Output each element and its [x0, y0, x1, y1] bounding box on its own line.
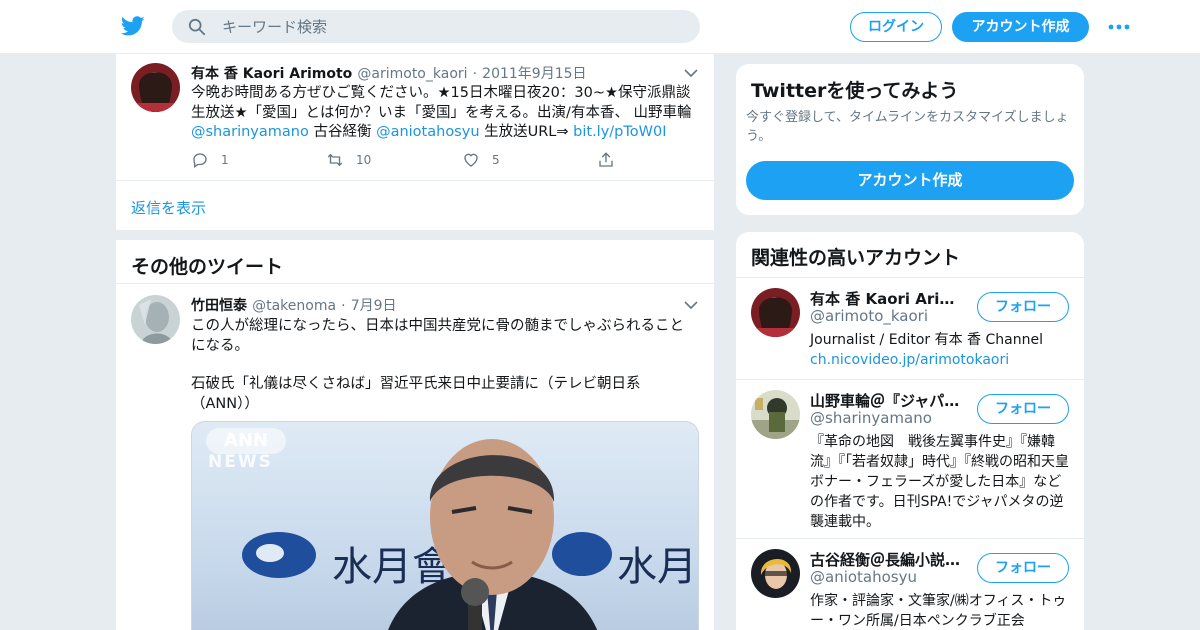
- avatar[interactable]: [131, 295, 180, 344]
- mention-link[interactable]: @aniotahosyu: [376, 124, 479, 140]
- account-bio-text: Journalist / Editor 有本 香 Channel: [810, 332, 1043, 348]
- account-name[interactable]: 古谷経衡＠長編小説…: [810, 549, 960, 570]
- chevron-down-icon[interactable]: [684, 300, 698, 310]
- dot-separator: ·: [341, 298, 346, 314]
- login-button[interactable]: ログイン: [850, 12, 942, 42]
- share-icon: [599, 152, 613, 167]
- share-button[interactable]: [597, 151, 627, 169]
- follow-button[interactable]: フォロー: [977, 292, 1069, 322]
- mention-link[interactable]: @sharinyamano: [191, 124, 309, 140]
- like-count: 5: [492, 153, 500, 167]
- timeline-column: 有本 香 Kaori Arimoto @arimoto_kaori · 2011…: [115, 54, 715, 630]
- tweet-text: 今晩お時間ある方ぜひご覧ください。★15日木曜日夜20：30~★保守派鼎談生放送…: [191, 84, 701, 143]
- section-divider: [116, 230, 714, 240]
- account-name[interactable]: 山野車輪＠『ジャパ…: [810, 390, 959, 411]
- signup-card: Twitterを使ってみよう 今すぐ登録して、タイムラインをカスタマイズしましょ…: [735, 63, 1085, 216]
- account-item[interactable]: 古谷経衡＠長編小説… @aniotahosyu フォロー 作家・評論家・文筆家/…: [736, 538, 1084, 630]
- account-name[interactable]: 有本 香 Kaori Arimoto: [810, 288, 970, 309]
- tweet-text-paragraph: 石破氏「礼儀は尽くさねば」習近平氏来日中止要請に（テレビ朝日系（ANN））: [191, 376, 641, 412]
- signup-card-button[interactable]: アカウント作成: [746, 161, 1074, 200]
- search-input[interactable]: [222, 10, 682, 43]
- show-replies-link[interactable]: 返信を表示: [131, 197, 206, 218]
- tweet-text-part: 生放送URL⇒: [479, 124, 574, 140]
- avatar[interactable]: [751, 390, 800, 439]
- tweet-date[interactable]: 7月9日: [351, 298, 397, 314]
- reply-button[interactable]: 1: [191, 151, 229, 169]
- follow-button[interactable]: フォロー: [977, 553, 1069, 583]
- tweet-text: この人が総理になったら、日本は中国共産党に骨の髄までしゃぶられることになる。 石…: [191, 317, 691, 414]
- author-handle[interactable]: @arimoto_kaori: [357, 66, 467, 82]
- dot-separator: ·: [472, 66, 478, 82]
- like-button[interactable]: 5: [462, 151, 500, 169]
- related-accounts-card: 関連性の高いアカウント 有本 香 Kaori Arimoto @arimoto_…: [735, 231, 1085, 630]
- avatar[interactable]: [751, 288, 800, 337]
- tweet-text-part: 古谷経衡: [308, 124, 377, 140]
- avatar[interactable]: [131, 63, 180, 112]
- tweet-text-part: 今晩お時間ある方ぜひご覧ください。★15日木曜日夜20：30~★保守派鼎談生放送…: [191, 85, 692, 121]
- retweet-count: 10: [356, 153, 372, 167]
- account-bio-link[interactable]: ch.nicovideo.jp/arimotokaori: [810, 350, 1072, 370]
- more-tweets-header: その他のツイート: [116, 240, 714, 284]
- media-logo: ANN: [206, 428, 286, 454]
- signup-card-description: 今すぐ登録して、タイムラインをカスタマイズしましょう。: [746, 110, 1069, 144]
- tweet-media-image[interactable]: ANN NEWS 水月會 水月: [191, 421, 699, 630]
- signup-button[interactable]: アカウント作成: [952, 12, 1089, 42]
- search-icon: [188, 18, 206, 36]
- avatar[interactable]: [751, 549, 800, 598]
- url-link[interactable]: bit.ly/pToW0I: [573, 124, 666, 140]
- retweet-button[interactable]: 10: [326, 151, 371, 169]
- account-bio: 『革命の地図 戦後左翼事件史』『嫌韓流』『「若者奴隷」時代』『終戦の昭和天皇 ボ…: [810, 434, 1069, 530]
- account-item[interactable]: 山野車輪＠『ジャパ… @sharinyamano フォロー 『革命の地図 戦後左…: [736, 379, 1084, 538]
- reply-icon: [193, 153, 207, 169]
- tweet[interactable]: 有本 香 Kaori Arimoto @arimoto_kaori · 2011…: [116, 54, 714, 180]
- tweet-text-paragraph: この人が総理になったら、日本は中国共産党に骨の髄までしゃぶられることになる。: [191, 318, 684, 354]
- retweet-icon: [327, 153, 343, 167]
- chevron-down-icon[interactable]: [684, 68, 698, 78]
- account-item[interactable]: 有本 香 Kaori Arimoto @arimoto_kaori フォロー J…: [736, 277, 1084, 379]
- sign-text: 水月: [617, 544, 697, 590]
- search-box[interactable]: [172, 10, 700, 43]
- follow-button[interactable]: フォロー: [977, 394, 1069, 424]
- sign-emblem-inner: [256, 544, 284, 562]
- media-logo-subtext: NEWS: [208, 452, 273, 472]
- show-replies-row[interactable]: 返信を表示: [116, 180, 714, 230]
- author-name[interactable]: 竹田恒泰: [191, 298, 247, 314]
- tweet[interactable]: 竹田恒泰 @takenoma · 7月9日 この人が総理になったら、日本は中国共…: [116, 285, 714, 630]
- more-options-icon[interactable]: [1107, 22, 1131, 32]
- account-bio: 作家・評論家・文筆家/㈱オフィス・トゥー・ワン所属/日本ペンクラブ正会: [810, 593, 1067, 629]
- section-title: その他のツイート: [131, 256, 284, 278]
- tweet-date[interactable]: 2011年9月15日: [482, 66, 586, 82]
- top-navigation-bar: ログイン アカウント作成: [0, 0, 1200, 54]
- twitter-logo-icon[interactable]: [120, 14, 146, 38]
- account-handle[interactable]: @sharinyamano: [810, 409, 932, 427]
- related-accounts-title: 関連性の高いアカウント: [751, 247, 961, 269]
- author-name[interactable]: 有本 香 Kaori Arimoto: [191, 66, 352, 82]
- signup-card-title: Twitterを使ってみよう: [751, 80, 959, 102]
- account-bio: Journalist / Editor 有本 香 Channel ch.nico…: [810, 330, 1072, 370]
- account-handle[interactable]: @arimoto_kaori: [810, 307, 928, 325]
- speaker-figure: [388, 439, 598, 630]
- author-handle[interactable]: @takenoma: [252, 298, 336, 314]
- reply-count: 1: [221, 153, 229, 167]
- account-handle[interactable]: @aniotahosyu: [810, 568, 917, 586]
- heart-icon: [464, 153, 478, 167]
